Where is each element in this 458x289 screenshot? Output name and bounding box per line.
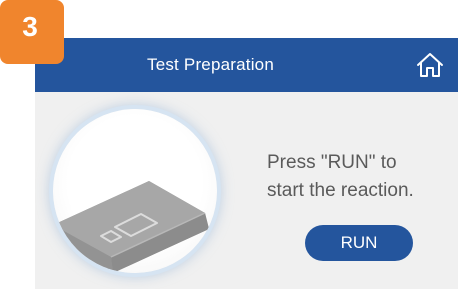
run-button[interactable]: RUN	[305, 225, 413, 261]
step-number: 3	[22, 11, 38, 42]
step-number-badge: 3	[0, 0, 64, 64]
instruction-text: Press "RUN" to start the reaction.	[267, 149, 457, 205]
analyzer-device-illustration	[53, 109, 217, 273]
device-screen: Test Preparation Press "RUN" to start th…	[35, 38, 458, 289]
page-title: Test Preparation	[147, 55, 274, 74]
instruction-line-1: Press "RUN" to	[267, 152, 397, 173]
analyzer-device-icon	[53, 181, 209, 273]
home-icon	[417, 53, 443, 77]
home-button[interactable]	[410, 46, 450, 84]
instruction-line-2: start the reaction.	[267, 180, 414, 201]
header-bar: Test Preparation	[35, 38, 458, 92]
